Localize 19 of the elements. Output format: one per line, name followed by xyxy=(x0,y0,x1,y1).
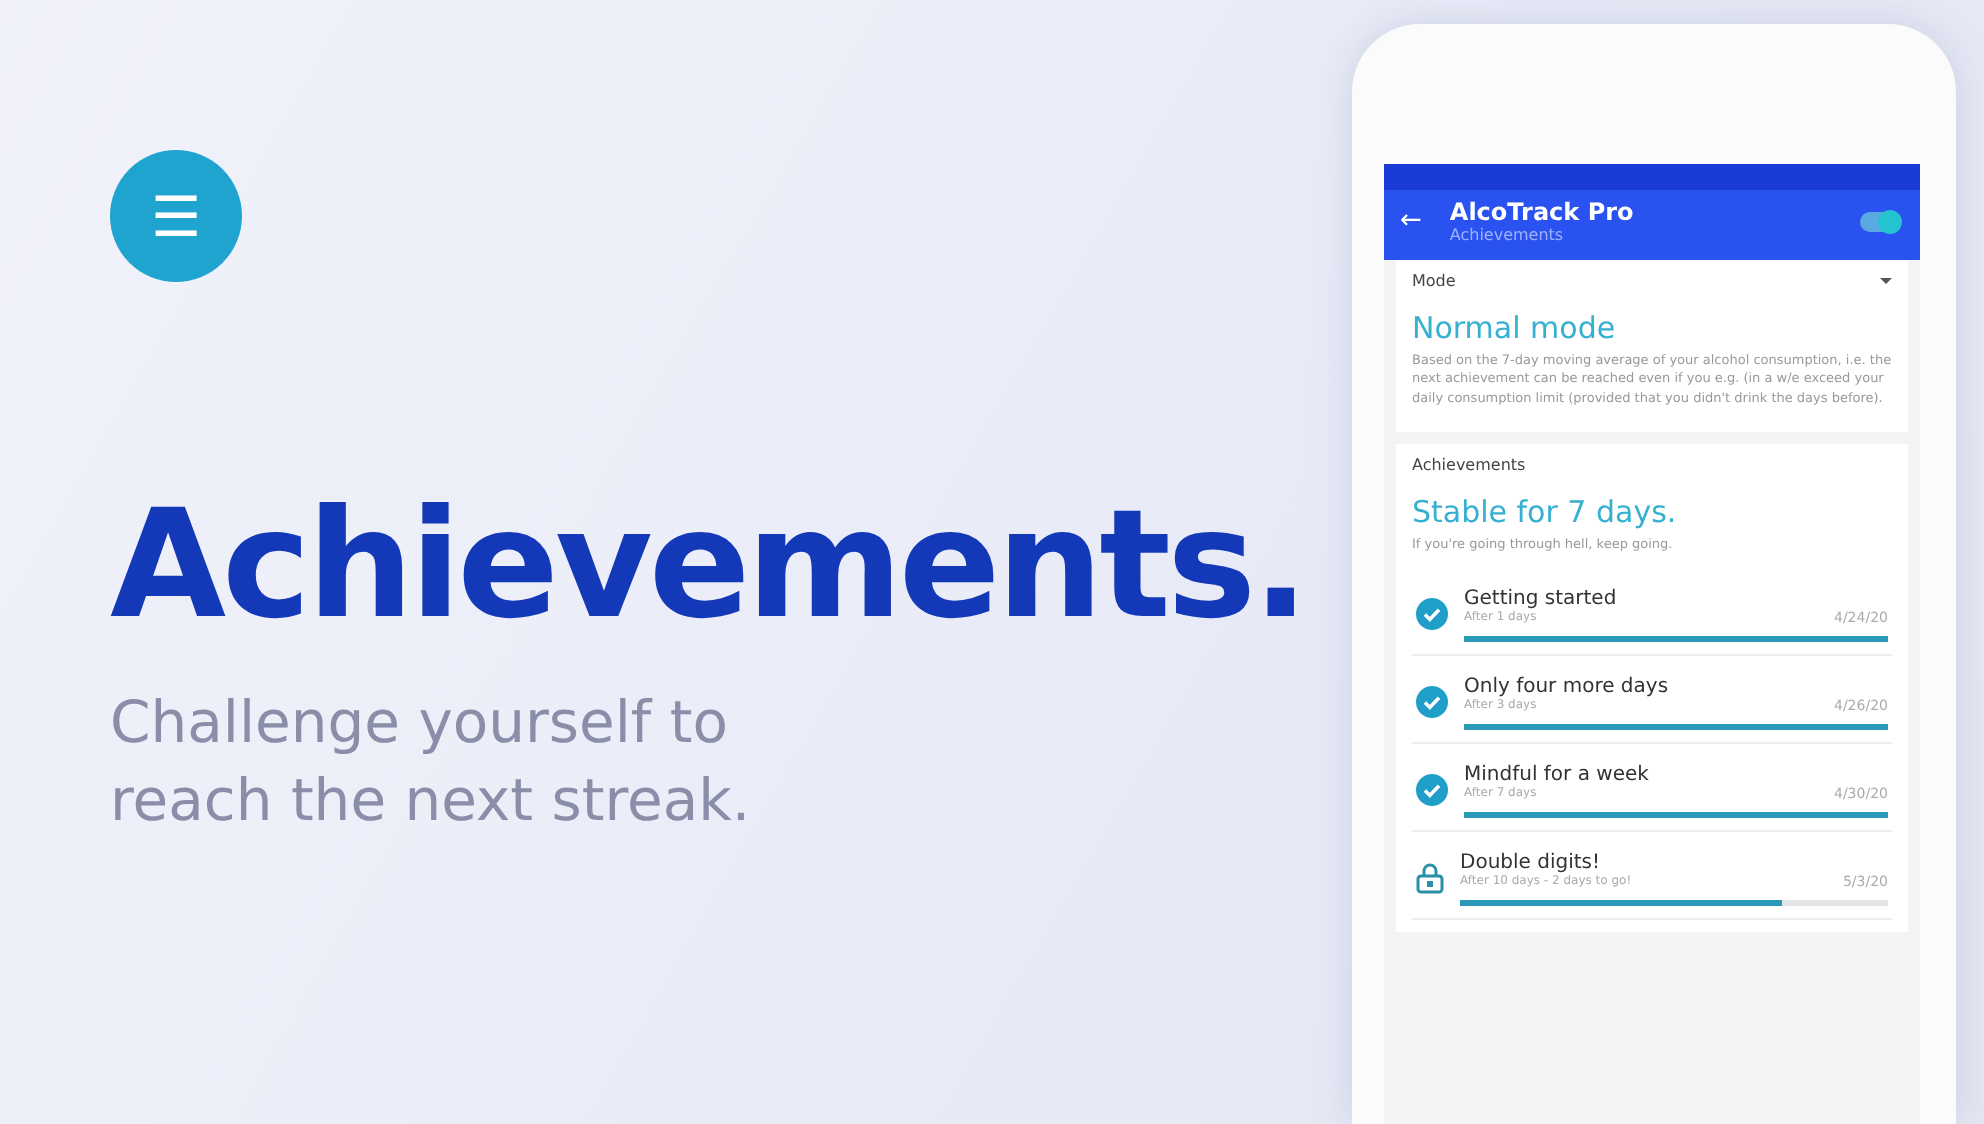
achievement-name: Only four more days xyxy=(1464,675,1669,698)
mode-label: Mode xyxy=(1412,272,1456,290)
achievement-name: Double digits! xyxy=(1460,851,1601,874)
app-subtitle: Achievements xyxy=(1449,226,1566,244)
achievements-label: Achievements xyxy=(1412,456,1528,475)
padlock-icon xyxy=(1416,862,1444,895)
check-circle-icon xyxy=(1416,686,1448,719)
headline: Achievements. xyxy=(110,482,1306,647)
mode-value: Normal mode xyxy=(1412,310,1618,346)
streak-title: Stable for 7 days. xyxy=(1412,494,1679,531)
subtitle: Challenge yourself to reach the next streak. xyxy=(110,685,753,838)
toggle-switch[interactable] xyxy=(1860,211,1900,231)
check-circle-icon xyxy=(1416,774,1448,807)
achievement-name: Mindful for a week xyxy=(1464,763,1649,786)
check-circle-icon xyxy=(1416,598,1448,631)
achievement-name: Getting started xyxy=(1464,587,1617,610)
back-button[interactable]: ← xyxy=(1400,206,1422,236)
dropdown-caret-icon[interactable] xyxy=(1880,278,1892,284)
app-title: AlcoTrack Pro xyxy=(1449,198,1636,226)
